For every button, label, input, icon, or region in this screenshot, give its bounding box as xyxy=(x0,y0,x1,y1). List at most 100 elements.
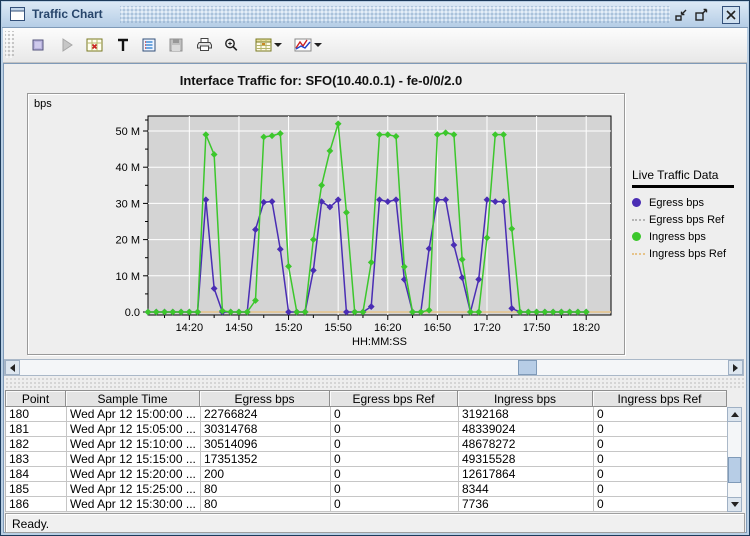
play-button[interactable] xyxy=(56,34,78,56)
legend-title: Live Traffic Data xyxy=(632,168,744,185)
minimize-button[interactable] xyxy=(673,6,690,23)
svg-text:HH:MM:SS: HH:MM:SS xyxy=(352,336,407,348)
close-button[interactable] xyxy=(722,6,740,24)
table-cell: 7736 xyxy=(459,497,594,512)
left-arrow-icon xyxy=(10,364,15,372)
save-icon xyxy=(168,37,184,53)
table-cell: 30514096 xyxy=(201,437,331,452)
table-cell: 0 xyxy=(594,482,728,497)
vertical-scroll-thumb[interactable] xyxy=(728,457,741,483)
chart-title: Interface Traffic for: SFO(10.40.0.1) - … xyxy=(4,73,638,88)
report-button[interactable] xyxy=(83,34,105,56)
window-title: Traffic Chart xyxy=(32,7,103,21)
table-cell: 0 xyxy=(594,422,728,437)
column-header-ingress-bps-ref[interactable]: Ingress bps Ref xyxy=(593,390,727,407)
traffic-chart-svg: 0.010 M20 M30 M40 M50 M14:2014:5015:2015… xyxy=(28,94,622,352)
chart-menu-icon xyxy=(294,37,312,53)
svg-text:15:50: 15:50 xyxy=(324,322,352,334)
dropdown-arrow-icon xyxy=(314,43,322,47)
content-area: Interface Traffic for: SFO(10.40.0.1) - … xyxy=(3,63,747,533)
table-cell: 8344 xyxy=(459,482,594,497)
legend-label: Egress bps Ref xyxy=(649,214,724,226)
svg-text:20 M: 20 M xyxy=(116,235,140,247)
table-cell: Wed Apr 12 15:15:00 ... xyxy=(67,452,201,467)
table-row[interactable]: 181Wed Apr 12 15:05:00 ...30314768048339… xyxy=(6,422,728,437)
legend-item: Ingress bps xyxy=(632,228,744,245)
table-cell: 12617864 xyxy=(459,467,594,482)
svg-text:16:20: 16:20 xyxy=(374,322,402,334)
legend-item: Ingress bps Ref xyxy=(632,245,744,262)
table-cell: 0 xyxy=(594,497,728,512)
table-row[interactable]: 185Wed Apr 12 15:25:00 ...80083440 xyxy=(6,482,728,497)
table-cell: Wed Apr 12 15:05:00 ... xyxy=(67,422,201,437)
toolbar xyxy=(3,28,747,63)
table-cell: 0 xyxy=(331,437,459,452)
table-cell: 182 xyxy=(6,437,67,452)
table-menu-button[interactable] xyxy=(252,34,284,56)
table-row[interactable]: 183Wed Apr 12 15:15:00 ...17351352049315… xyxy=(6,452,728,467)
stop-button[interactable] xyxy=(27,34,49,56)
svg-text:40 M: 40 M xyxy=(116,162,140,174)
table-row[interactable]: 182Wed Apr 12 15:10:00 ...30514096048678… xyxy=(6,437,728,452)
table-cell: 0 xyxy=(594,437,728,452)
legend-label: Egress bps xyxy=(649,197,704,209)
traffic-chart-canvas: 0.010 M20 M30 M40 M50 M14:2014:5015:2015… xyxy=(27,93,625,355)
zoom-button[interactable] xyxy=(220,34,242,56)
text-label-button[interactable] xyxy=(112,34,134,56)
table-cell: 0 xyxy=(331,422,459,437)
svg-text:16:50: 16:50 xyxy=(424,322,452,334)
dropdown-arrow-icon xyxy=(274,43,282,47)
table-row[interactable]: 184Wed Apr 12 15:20:00 ...2000126178640 xyxy=(6,467,728,482)
horizontal-scroll-thumb[interactable] xyxy=(518,360,537,375)
table-row[interactable]: 180Wed Apr 12 15:00:00 ...22766824031921… xyxy=(6,407,728,422)
table-cell: 0 xyxy=(331,467,459,482)
column-header-egress-bps-ref[interactable]: Egress bps Ref xyxy=(330,390,458,407)
legend-label: Ingress bps xyxy=(649,231,706,243)
table-cell: 0 xyxy=(331,482,459,497)
legend-dot-icon xyxy=(632,232,646,241)
maximize-button[interactable] xyxy=(693,6,710,23)
column-header-point[interactable]: Point xyxy=(5,390,66,407)
svg-text:14:50: 14:50 xyxy=(225,322,253,334)
play-icon xyxy=(59,37,75,53)
status-bar: Ready. xyxy=(5,513,745,533)
scroll-right-button[interactable] xyxy=(728,360,743,375)
chart-menu-button[interactable] xyxy=(292,34,324,56)
legend-list-button[interactable] xyxy=(138,34,160,56)
table-menu-icon xyxy=(255,37,272,53)
svg-text:bps: bps xyxy=(34,98,52,110)
right-arrow-icon xyxy=(733,364,738,372)
table-cell: 80 xyxy=(201,497,331,512)
toolbar-drag-handle[interactable] xyxy=(5,31,14,58)
table-cell: 30314768 xyxy=(201,422,331,437)
column-header-ingress-bps[interactable]: Ingress bps xyxy=(458,390,593,407)
table-header-row: PointSample TimeEgress bpsEgress bps Ref… xyxy=(5,390,727,407)
split-pane-divider[interactable] xyxy=(4,378,744,389)
table-cell: Wed Apr 12 15:00:00 ... xyxy=(67,407,201,422)
svg-text:50 M: 50 M xyxy=(116,126,140,138)
svg-text:18:20: 18:20 xyxy=(572,322,600,334)
save-button[interactable] xyxy=(165,34,187,56)
svg-text:30 M: 30 M xyxy=(116,198,140,210)
table-cell: 0 xyxy=(331,407,459,422)
scroll-up-button[interactable] xyxy=(727,407,742,422)
legend-dash-icon xyxy=(632,253,646,255)
scroll-down-button[interactable] xyxy=(727,497,742,512)
column-header-egress-bps[interactable]: Egress bps xyxy=(200,390,330,407)
print-button[interactable] xyxy=(193,34,215,56)
legend-dot-icon xyxy=(632,198,646,207)
table-vertical-scrollbar[interactable] xyxy=(727,407,742,512)
table-cell: 48678272 xyxy=(459,437,594,452)
legend-label: Ingress bps Ref xyxy=(649,248,726,260)
titlebar-texture xyxy=(120,6,670,23)
stop-icon xyxy=(30,37,46,53)
column-header-sample-time[interactable]: Sample Time xyxy=(66,390,200,407)
table-row[interactable]: 186Wed Apr 12 15:30:00 ...80077360 xyxy=(6,497,728,512)
chart-horizontal-scrollbar[interactable] xyxy=(4,359,744,376)
scroll-left-button[interactable] xyxy=(5,360,20,375)
table-cell: 3192168 xyxy=(459,407,594,422)
table-cell: Wed Apr 12 15:20:00 ... xyxy=(67,467,201,482)
text-label-icon xyxy=(115,37,131,53)
svg-text:17:20: 17:20 xyxy=(473,322,501,334)
title-bar[interactable]: Traffic Chart xyxy=(2,2,748,28)
